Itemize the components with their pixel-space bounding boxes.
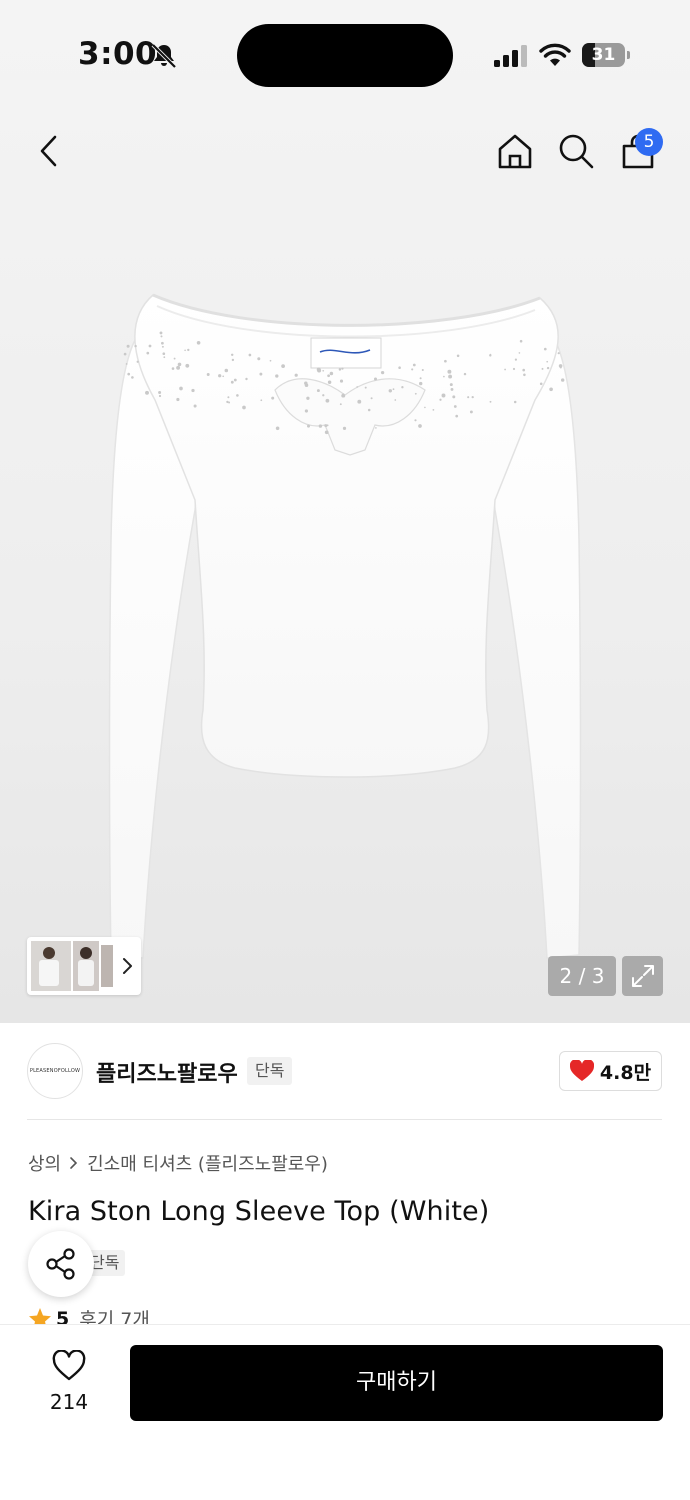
share-button[interactable]: [28, 1231, 94, 1297]
heart-outline-icon: [52, 1350, 86, 1381]
brand-name[interactable]: 플리즈노팔로우: [96, 1056, 238, 1088]
product-gallery[interactable]: 3:00 31 5 2 / 3: [0, 0, 690, 1023]
battery-level: 31: [591, 45, 616, 65]
status-bar: 3:00 31: [0, 0, 690, 110]
thumbnail-strip[interactable]: [27, 937, 141, 995]
expand-button[interactable]: [622, 956, 663, 996]
wishlist-count: 214: [49, 1390, 89, 1414]
brand-like-button[interactable]: 4.8만: [559, 1051, 662, 1091]
chevron-left-icon: [40, 135, 57, 167]
thumbnail-images: [31, 941, 113, 991]
home-icon: [498, 134, 532, 169]
product-image[interactable]: [95, 280, 595, 970]
battery-icon: 31: [582, 43, 630, 67]
breadcrumb-subcategory[interactable]: 긴소매 티셔츠 (플리즈노팔로우): [87, 1150, 328, 1176]
heart-filled-icon: [569, 1060, 594, 1081]
buy-button[interactable]: 구매하기: [130, 1345, 663, 1421]
breadcrumb-category[interactable]: 상의: [28, 1150, 61, 1176]
brand-logo-text: PLEASENOFOLLOW: [29, 1068, 81, 1074]
wishlist-button[interactable]: 214: [36, 1348, 102, 1418]
search-icon: [559, 134, 594, 169]
exclusive-badge: 단독: [247, 1057, 293, 1085]
breadcrumb: 상의 긴소매 티셔츠 (플리즈노팔로우): [28, 1150, 328, 1176]
signal-icon: [494, 45, 527, 67]
back-button[interactable]: [24, 126, 74, 176]
wifi-icon: [539, 43, 571, 66]
bell-slash-icon: [151, 43, 177, 69]
divider: [27, 1119, 662, 1120]
brand-logo[interactable]: PLEASENOFOLLOW: [27, 1043, 83, 1099]
cart-count-badge: 5: [635, 128, 663, 156]
page-indicator: 2 / 3: [548, 956, 616, 996]
expand-icon: [631, 965, 654, 987]
search-button[interactable]: [551, 126, 601, 176]
brand-like-count: 4.8만: [599, 1061, 652, 1084]
chevron-right-icon: [123, 958, 132, 974]
dynamic-island: [237, 24, 453, 87]
home-button[interactable]: [490, 126, 540, 176]
chevron-right-icon: [70, 1157, 78, 1169]
share-icon: [46, 1248, 75, 1280]
product-title: Kira Ston Long Sleeve Top (White): [28, 1196, 490, 1227]
status-time: 3:00: [78, 36, 158, 72]
